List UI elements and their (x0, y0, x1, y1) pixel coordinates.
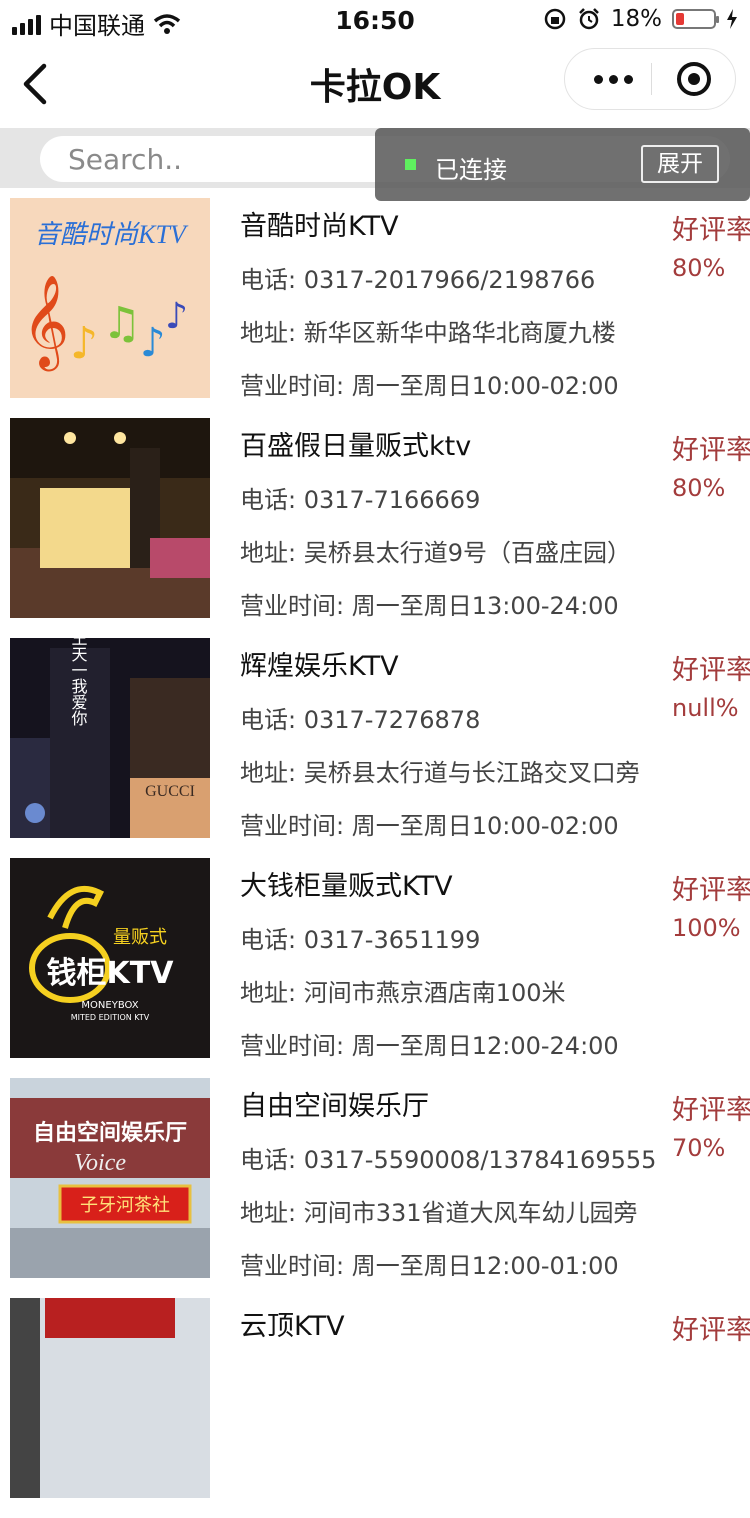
ktv-name: 音酷时尚KTV (240, 211, 399, 242)
rating-value: 70% (672, 1134, 726, 1162)
ktv-address: 地址: 河间市燕京酒店南100米 (240, 979, 566, 1007)
list-item[interactable]: 自由空间娱乐厅 Voice 子牙河茶社 自由空间娱乐厅 电话: 0317-559… (0, 1078, 750, 1298)
status-bar: 中国联通 16:50 18% (0, 0, 750, 40)
menu-capsule (564, 48, 736, 110)
thumb-sign: 自由空间娱乐厅 (33, 1120, 187, 1146)
ktv-photo: 量贩式 钱柜KTV MONEYBOX MITED EDITION KTV (10, 858, 210, 1058)
thumb-voice: Voice (74, 1150, 126, 1176)
rating-value: null% (672, 694, 739, 722)
ktv-photo: 音酷时尚KTV 𝄞 ♪ ♫ ♪ ♪ (10, 198, 210, 398)
thumb-shop: 子牙河茶社 (80, 1195, 170, 1216)
thumb-small-label: 量贩式 (113, 927, 167, 948)
list-item[interactable]: 王天一我爱你 GUCCI 辉煌娱乐KTV 电话: 0317-7276878 地址… (0, 638, 750, 858)
battery-percent: 18% (610, 6, 662, 32)
ktv-photo (10, 1298, 210, 1498)
ktv-phone: 电话: 0317-5590008/13784169555 (240, 1146, 657, 1174)
svg-text:𝄞: 𝄞 (22, 274, 69, 371)
ktv-hours: 营业时间: 周一至周日13:00-24:00 (240, 592, 619, 620)
ktv-address: 地址: 吴桥县太行道与长江路交叉口旁 (240, 759, 640, 787)
connection-status: 已连接 (435, 156, 507, 184)
rating-label: 好评率 (672, 875, 750, 906)
ktv-name: 百盛假日量贩式ktv (240, 431, 472, 462)
lock-rotation-icon (544, 8, 566, 30)
thumb-en-label-2: MITED EDITION KTV (71, 1013, 150, 1022)
ktv-name: 自由空间娱乐厅 (240, 1091, 429, 1122)
charging-icon (727, 9, 737, 29)
ktv-phone: 电话: 0317-2017966/2198766 (240, 266, 596, 294)
svg-text:♪: ♪ (70, 318, 98, 369)
ktv-name: 云顶KTV (240, 1311, 345, 1342)
ktv-hours: 营业时间: 周一至周日12:00-01:00 (240, 1252, 619, 1280)
thumb-ktv-name: 音酷时尚KTV (34, 220, 189, 249)
ktv-phone: 电话: 0317-7166669 (240, 486, 481, 514)
rating-label: 好评率 (672, 215, 750, 246)
svg-text:♫: ♫ (102, 298, 141, 349)
ktv-phone: 电话: 0317-3651199 (240, 926, 481, 954)
list-item[interactable]: 音酷时尚KTV 𝄞 ♪ ♫ ♪ ♪ 音酷时尚KTV 电话: 0317-20179… (0, 198, 750, 418)
status-right: 18% (543, 6, 738, 32)
rating-value: 80% (672, 474, 726, 502)
thumb-brand: GUCCI (145, 783, 195, 800)
ktv-phone: 电话: 0317-7276878 (240, 706, 481, 734)
ktv-address: 地址: 吴桥县太行道9号（百盛庄园） (240, 539, 631, 567)
thumb-main-label: 钱柜KTV (47, 956, 175, 991)
ktv-address: 地址: 新华区新华中路华北商厦九楼 (240, 319, 616, 347)
thumb-en-label-1: MONEYBOX (81, 1000, 138, 1011)
rating-value: 100% (672, 914, 741, 942)
ktv-name: 大钱柜量贩式KTV (240, 871, 453, 902)
close-target-icon[interactable] (677, 62, 711, 96)
svg-text:♪: ♪ (140, 320, 166, 366)
ktv-list: 音酷时尚KTV 𝄞 ♪ ♫ ♪ ♪ 音酷时尚KTV 电话: 0317-20179… (0, 198, 750, 1518)
connected-dot-icon (405, 159, 416, 170)
ktv-hours: 营业时间: 周一至周日10:00-02:00 (240, 812, 619, 840)
thumb-sign: 王天一我爱你 (69, 638, 88, 726)
list-item[interactable]: 云顶KTV 好评率 (0, 1298, 750, 1518)
more-dots-icon[interactable] (583, 49, 643, 109)
ktv-hours: 营业时间: 周一至周日10:00-02:00 (240, 372, 619, 400)
svg-text:♪: ♪ (165, 296, 188, 337)
ktv-name: 辉煌娱乐KTV (240, 651, 399, 682)
rating-label: 好评率 (672, 655, 750, 686)
capsule-divider (651, 63, 652, 95)
ktv-photo (10, 418, 210, 618)
list-item[interactable]: 量贩式 钱柜KTV MONEYBOX MITED EDITION KTV 大钱柜… (0, 858, 750, 1078)
ktv-photo: 自由空间娱乐厅 Voice 子牙河茶社 (10, 1078, 210, 1278)
ktv-address: 地址: 河间市331省道大风车幼儿园旁 (240, 1199, 638, 1227)
list-item[interactable]: 百盛假日量贩式ktv 电话: 0317-7166669 地址: 吴桥县太行道9号… (0, 418, 750, 638)
battery-icon (672, 9, 719, 29)
expand-button[interactable]: 展开 (641, 145, 719, 183)
connection-panel: 已连接 展开 (375, 128, 750, 201)
rating-label: 好评率 (672, 1095, 750, 1126)
ktv-hours: 营业时间: 周一至周日12:00-24:00 (240, 1032, 619, 1060)
nav-bar: 卡拉OK (0, 40, 750, 128)
alarm-icon (578, 8, 599, 30)
rating-value: 80% (672, 254, 726, 282)
rating-label: 好评率 (672, 435, 750, 466)
ktv-photo: 王天一我爱你 GUCCI (10, 638, 210, 838)
rating-label: 好评率 (672, 1315, 750, 1346)
